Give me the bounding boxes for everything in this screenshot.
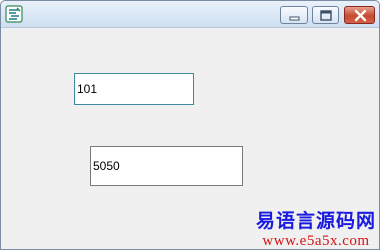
minimize-icon [289, 16, 300, 21]
close-icon [354, 9, 367, 22]
maximize-icon [320, 10, 332, 21]
minimize-button[interactable] [280, 6, 308, 24]
watermark-url: www.e5a5x.com [262, 233, 370, 249]
input-field-2[interactable]: 5050 [90, 146, 243, 186]
watermark: 易语言源码网 www.e5a5x.com [256, 210, 376, 250]
input-field-1[interactable]: 101 [74, 73, 194, 105]
maximize-button[interactable] [312, 6, 339, 24]
close-button[interactable] [344, 6, 375, 24]
title-bar[interactable] [1, 1, 379, 28]
watermark-title: 易语言源码网 [255, 210, 376, 232]
app-logo-icon[interactable] [5, 5, 23, 23]
